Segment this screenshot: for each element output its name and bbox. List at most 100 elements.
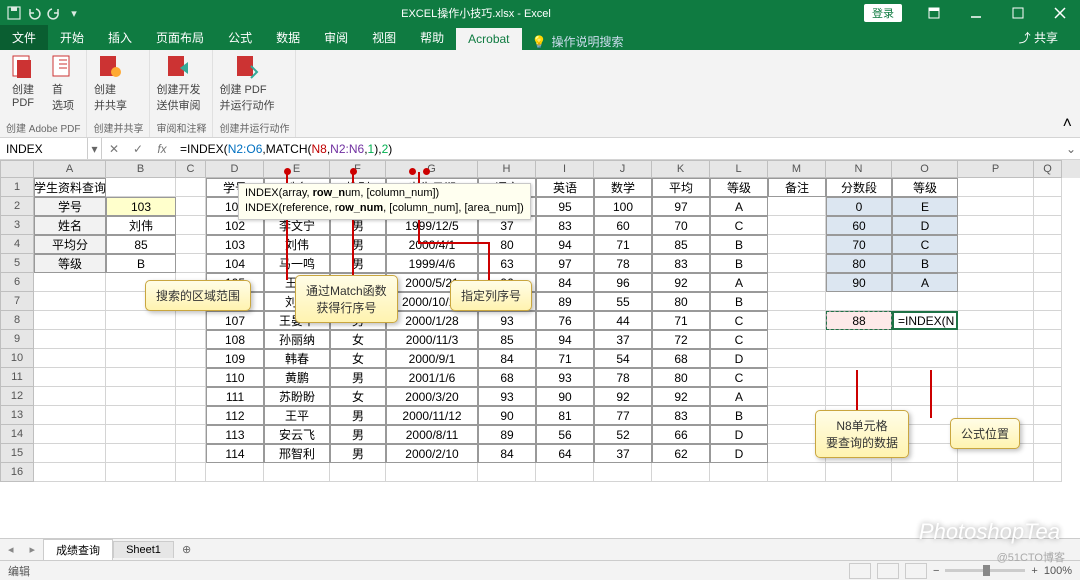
cell[interactable] [176,406,206,425]
cell[interactable]: 英语 [536,178,594,197]
cell[interactable] [768,330,826,349]
normal-view-icon[interactable] [849,563,871,579]
run-action-button[interactable]: 创建 PDF 并运行动作 [219,54,274,113]
cell[interactable]: 113 [206,425,264,444]
cell[interactable] [826,292,892,311]
tab-review[interactable]: 审阅 [312,25,360,50]
select-all-corner[interactable] [0,160,34,178]
tab-nav-prev[interactable]: ◂ [0,543,22,556]
cell[interactable] [768,254,826,273]
col-header[interactable]: L [710,160,768,178]
col-header[interactable]: E [264,160,330,178]
cell[interactable] [1034,292,1062,311]
cell[interactable]: 刘伟 [106,216,176,235]
cell[interactable]: 等级 [892,178,958,197]
cell[interactable] [1034,311,1062,330]
col-header[interactable]: J [594,160,652,178]
minimize-icon[interactable] [956,0,996,26]
col-header[interactable]: G [386,160,478,178]
cell[interactable]: 68 [478,368,536,387]
cell[interactable] [826,387,892,406]
cell[interactable] [1034,216,1062,235]
cell[interactable]: 1999/4/6 [386,254,478,273]
cell[interactable]: 2000/11/3 [386,330,478,349]
row-header[interactable]: 7 [0,292,34,311]
cell[interactable] [1034,235,1062,254]
col-header[interactable]: N [826,160,892,178]
cell[interactable] [1034,444,1062,463]
cell[interactable] [768,311,826,330]
cell[interactable]: 54 [594,349,652,368]
cell[interactable]: D [710,444,768,463]
cell[interactable]: 80 [652,292,710,311]
cell[interactable]: B [892,254,958,273]
cell[interactable]: 104 [206,254,264,273]
cell[interactable] [106,178,176,197]
cell[interactable] [34,406,106,425]
row-header[interactable]: 1 [0,178,34,197]
cell[interactable]: 王平 [264,406,330,425]
cell[interactable] [34,425,106,444]
cell[interactable]: B [710,292,768,311]
preferences-button[interactable]: 首 选项 [46,54,80,113]
cell[interactable]: 64 [536,444,594,463]
row-header[interactable]: 5 [0,254,34,273]
cell[interactable] [1034,178,1062,197]
sheet-tab-active[interactable]: 成绩查询 [43,539,113,560]
close-icon[interactable] [1040,0,1080,26]
cell[interactable]: 2000/8/11 [386,425,478,444]
cell[interactable]: 2001/1/6 [386,368,478,387]
cell[interactable]: 刘伟 [264,235,330,254]
cell[interactable]: 分数段 [826,178,892,197]
zoom-slider[interactable] [945,569,1025,572]
cell[interactable] [34,292,106,311]
cell[interactable] [958,387,1034,406]
cell[interactable]: 71 [536,349,594,368]
cell[interactable] [330,463,386,482]
cell[interactable]: 2000/4/1 [386,235,478,254]
cell[interactable]: 37 [594,444,652,463]
cell[interactable]: B [710,406,768,425]
cell[interactable] [826,330,892,349]
cell[interactable]: 70 [826,235,892,254]
cell[interactable] [768,273,826,292]
cell[interactable]: 男 [330,406,386,425]
cell[interactable]: 78 [594,254,652,273]
cell[interactable]: 马一鸣 [264,254,330,273]
cell[interactable]: 84 [478,444,536,463]
row-header[interactable]: 11 [0,368,34,387]
cell[interactable]: 92 [594,387,652,406]
cell[interactable]: 109 [206,349,264,368]
cell[interactable] [1034,197,1062,216]
cell[interactable]: 2000/1/28 [386,311,478,330]
cell[interactable]: 安云飞 [264,425,330,444]
maximize-icon[interactable] [998,0,1038,26]
cell[interactable]: 103 [106,197,176,216]
row-header[interactable]: 15 [0,444,34,463]
accept-formula-icon[interactable]: ✓ [126,142,150,156]
add-sheet-icon[interactable]: ⊕ [174,543,199,556]
send-review-button[interactable]: 创建开发 送供审阅 [156,54,200,113]
cell[interactable]: 114 [206,444,264,463]
cell[interactable] [106,311,176,330]
cell[interactable]: 71 [652,311,710,330]
cell[interactable]: 男 [330,235,386,254]
fx-icon[interactable]: fx [150,142,174,156]
cell[interactable] [652,463,710,482]
cell[interactable] [34,349,106,368]
cell[interactable]: 94 [536,235,594,254]
cell[interactable] [176,178,206,197]
cell[interactable] [958,178,1034,197]
cell[interactable] [1034,387,1062,406]
cell[interactable]: 男 [330,425,386,444]
cell[interactable] [1034,273,1062,292]
cell[interactable]: D [710,425,768,444]
cell[interactable]: 80 [826,254,892,273]
cell[interactable]: 111 [206,387,264,406]
cell[interactable]: C [710,216,768,235]
cell[interactable]: 女 [330,387,386,406]
cell[interactable]: 数学 [594,178,652,197]
login-button[interactable]: 登录 [864,4,902,22]
row-header[interactable]: 4 [0,235,34,254]
cell[interactable]: 80 [478,235,536,254]
